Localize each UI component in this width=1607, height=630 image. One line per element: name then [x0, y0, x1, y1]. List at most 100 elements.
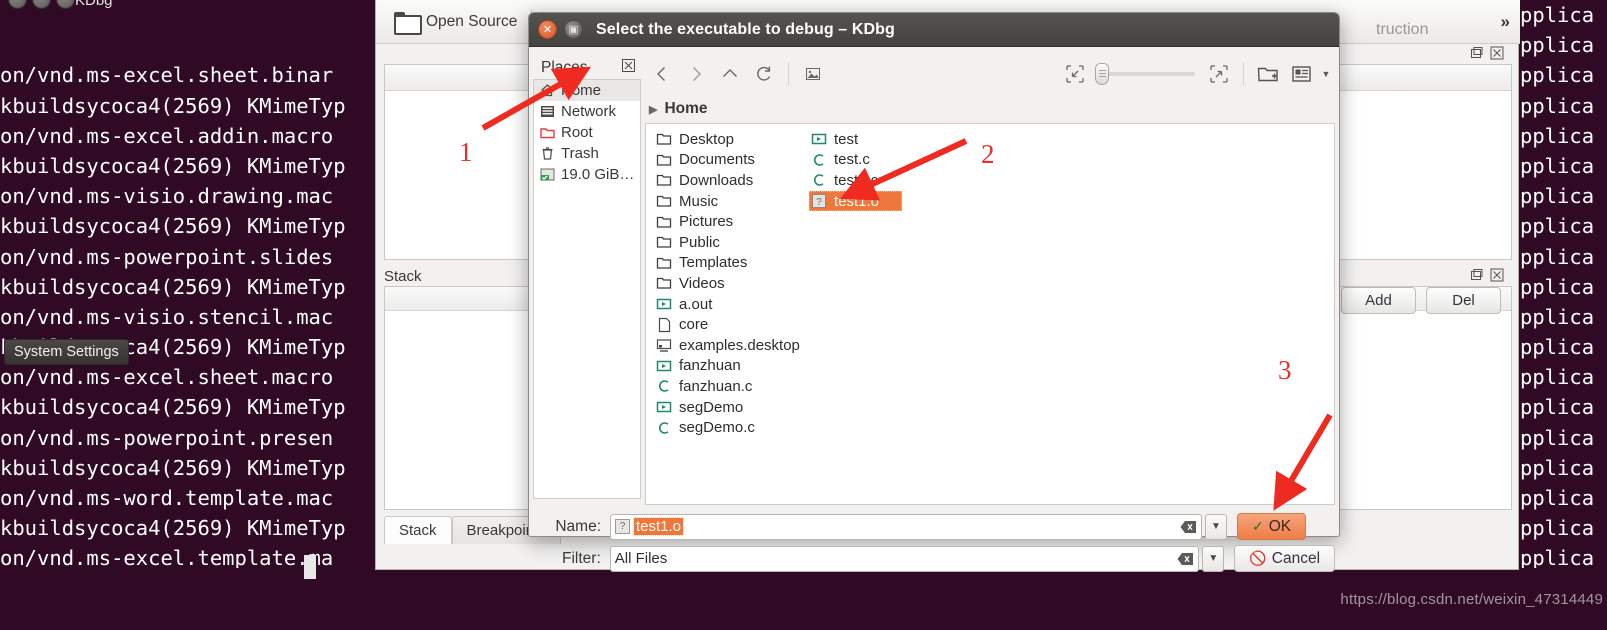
places-list[interactable]: Home Network Root Trash 19.0 GiB…: [533, 79, 641, 499]
executable-icon: [811, 131, 827, 147]
places-header: Places: [533, 55, 641, 81]
filter-input[interactable]: All Files: [609, 545, 1200, 572]
kdbg-maximize-button[interactable]: [56, 0, 75, 9]
zoom-in-icon[interactable]: [1202, 57, 1236, 91]
up-icon[interactable]: [713, 57, 747, 91]
file-list-item[interactable]: segDemo.c: [654, 417, 814, 438]
file-list-item[interactable]: a.out: [654, 294, 814, 315]
file-list-item[interactable]: fanzhuan: [654, 356, 814, 377]
name-input-value: test1.o: [632, 517, 685, 536]
forward-icon[interactable]: [679, 57, 713, 91]
kdbg-source-panel-buttons[interactable]: [1470, 46, 1504, 60]
filter-row: Filter: All Files ▼ 🚫 Cancel: [537, 545, 1336, 572]
name-row: Name: ? test1.o ▼ ✓ OK: [537, 513, 1335, 540]
del-button[interactable]: Del: [1426, 287, 1501, 314]
file-list-item[interactable]: ? test1.o: [809, 190, 902, 212]
place-item-label: Trash: [561, 145, 599, 162]
trash-icon: [540, 146, 555, 161]
zoom-out-icon[interactable]: [1058, 57, 1092, 91]
preview-icon[interactable]: [796, 57, 830, 91]
close-panel-icon[interactable]: [1490, 268, 1504, 282]
folder-icon: [656, 131, 672, 147]
kdbg-close-button[interactable]: [8, 0, 27, 9]
reload-icon[interactable]: [747, 57, 781, 91]
file-list-item[interactable]: segDemo: [654, 397, 814, 418]
view-options-dropdown[interactable]: ▼: [1319, 57, 1333, 91]
toolbar-overflow-button[interactable]: »: [1501, 12, 1510, 32]
view-options-icon[interactable]: [1285, 57, 1319, 91]
file-list-item[interactable]: fanzhuan.c: [654, 376, 814, 397]
file-list-item[interactable]: Documents: [654, 150, 814, 171]
breadcrumb-home[interactable]: Home: [664, 100, 707, 118]
terminal-line-fragment: pplica: [1520, 33, 1595, 58]
filter-dropdown-button[interactable]: ▼: [1202, 545, 1225, 572]
add-button[interactable]: Add: [1341, 287, 1416, 314]
disk-icon: [540, 167, 555, 182]
open-source-button[interactable]: Open Source: [384, 0, 527, 44]
kdbg-instruction-text: truction: [1376, 21, 1429, 38]
place-item-trash[interactable]: Trash: [534, 143, 640, 164]
cancel-button[interactable]: 🚫 Cancel: [1234, 545, 1336, 572]
terminal-line-fragment: pplica: [1520, 214, 1595, 239]
place-item-root[interactable]: Root: [534, 122, 640, 143]
file-list-item[interactable]: examples.desktop: [654, 335, 814, 356]
network-icon: [540, 104, 555, 119]
file-list-item[interactable]: Music: [654, 191, 814, 212]
name-input[interactable]: ? test1.o: [610, 513, 1202, 540]
name-dropdown-button[interactable]: ▼: [1205, 513, 1227, 540]
terminal-line-fragment: pplica: [1520, 274, 1595, 299]
clear-icon[interactable]: [1180, 519, 1197, 536]
zoom-controls[interactable]: [1058, 57, 1236, 91]
place-item-network[interactable]: Network: [534, 101, 640, 122]
ok-button[interactable]: ✓ OK: [1237, 513, 1307, 540]
folder-icon: [656, 193, 672, 209]
kdbg-window-title: KDbg: [75, 0, 113, 9]
terminal-line-fragment: pplica: [1520, 395, 1595, 420]
file-list-item[interactable]: Templates: [654, 253, 814, 274]
file-list-item[interactable]: test.c: [809, 150, 979, 171]
file-name: test.c: [834, 151, 870, 169]
undock-icon[interactable]: [1470, 46, 1484, 60]
clear-icon[interactable]: [1177, 551, 1194, 568]
file-list-item[interactable]: Public: [654, 232, 814, 253]
close-panel-icon[interactable]: [1490, 46, 1504, 60]
place-item-label: Home: [561, 82, 602, 99]
dialog-titlebar: ✕ ▣ Select the executable to debug – KDb…: [529, 13, 1339, 47]
file-list[interactable]: Desktop Documents Downloads Music Pictures Pu…: [645, 123, 1335, 505]
dialog-close-button[interactable]: ✕: [538, 20, 557, 39]
file-list-item[interactable]: Downloads: [654, 170, 814, 191]
folder-icon: [656, 275, 672, 291]
file-list-item[interactable]: test1.c: [809, 170, 979, 191]
tab-stack[interactable]: Stack: [384, 516, 452, 544]
undock-icon[interactable]: [1470, 268, 1484, 282]
file-name: Music: [679, 192, 719, 210]
new-folder-icon[interactable]: [1251, 57, 1285, 91]
place-item-label: Network: [561, 103, 617, 120]
file-name: fanzhuan.c: [679, 377, 753, 395]
kdbg-minimize-button[interactable]: [32, 0, 51, 9]
c-source-icon: [811, 152, 827, 168]
file-list-item[interactable]: Pictures: [654, 211, 814, 232]
file-name: test: [834, 130, 859, 148]
kdbg-stack-panel-buttons[interactable]: [1470, 268, 1504, 282]
file-name: Documents: [679, 151, 755, 169]
file-list-item[interactable]: Desktop: [654, 129, 814, 150]
zoom-slider-handle[interactable]: [1095, 63, 1109, 85]
file-list-item[interactable]: core: [654, 314, 814, 335]
nav-divider: [1243, 62, 1244, 86]
file-list-item[interactable]: test: [809, 129, 979, 150]
folder-icon: [656, 152, 672, 168]
terminal-line-fragment: pplica: [1520, 516, 1595, 541]
place-item-label: 19.0 GiB…: [561, 166, 635, 183]
dialog-maximize-button[interactable]: ▣: [564, 20, 583, 39]
place-item-19-0-gib[interactable]: 19.0 GiB…: [534, 164, 640, 185]
breadcrumb[interactable]: ▶ Home: [649, 97, 708, 121]
kdbg-window-controls[interactable]: [8, 0, 75, 9]
file-dialog: ✕ ▣ Select the executable to debug – KDb…: [528, 12, 1340, 572]
place-item-home[interactable]: Home: [534, 80, 640, 101]
zoom-slider[interactable]: [1095, 63, 1195, 85]
name-label: Name:: [555, 517, 601, 535]
back-icon[interactable]: [645, 57, 679, 91]
file-list-item[interactable]: Videos: [654, 273, 814, 294]
places-close-icon[interactable]: [622, 59, 635, 77]
